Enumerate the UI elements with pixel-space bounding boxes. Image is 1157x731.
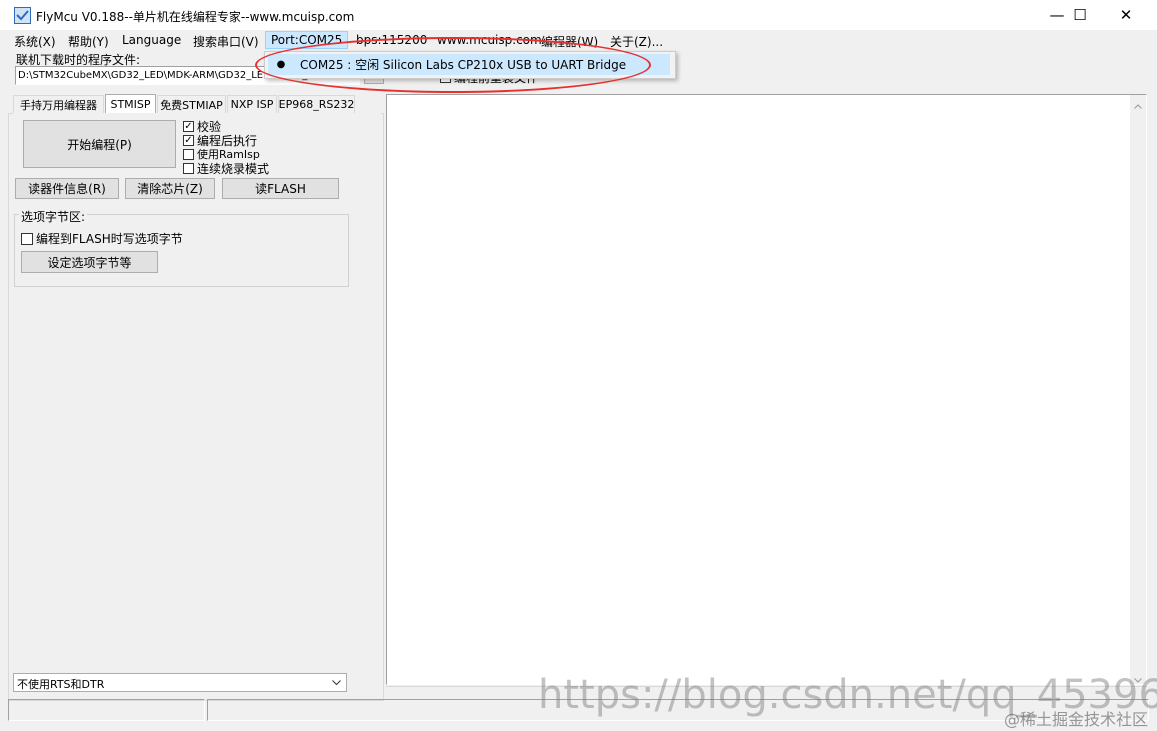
chevron-down-icon[interactable]	[329, 675, 343, 690]
window-title: FlyMcu V0.188--单片机在线编程专家--www.mcuisp.com	[36, 10, 355, 24]
tab-free-stmiap[interactable]: 免费STMIAP	[157, 95, 226, 113]
read-flash-button[interactable]: 读FLASH	[222, 178, 339, 199]
menu-system[interactable]: 系统(X)	[14, 33, 56, 50]
rts-dtr-value: 不使用RTS和DTR	[17, 678, 105, 691]
menu-language[interactable]: Language	[122, 33, 181, 47]
option-bytes-label: 选项字节区:	[19, 208, 88, 225]
community-watermark: @稀土掘金技术社区	[1004, 710, 1149, 729]
rts-dtr-select[interactable]: 不使用RTS和DTR	[13, 673, 347, 692]
maximize-button[interactable]: ☐	[1057, 0, 1103, 30]
tab-stmisp[interactable]: STMISP	[105, 94, 156, 114]
write-option-bytes-option[interactable]: 编程到FLASH时写选项字节	[21, 230, 183, 247]
run-after-checkbox[interactable]: ✓	[183, 135, 194, 146]
verify-checkbox[interactable]: ✓	[183, 121, 194, 132]
tab-handheld-programmer[interactable]: 手持万用编程器	[13, 95, 104, 113]
read-device-info-button[interactable]: 读器件信息(R)	[15, 178, 119, 199]
write-option-bytes-checkbox[interactable]	[21, 232, 33, 245]
write-option-bytes-label: 编程到FLASH时写选项字节	[36, 232, 183, 246]
annotation-ellipse	[255, 37, 651, 93]
status-cell-1	[8, 699, 205, 721]
scroll-up-icon[interactable]	[1134, 99, 1142, 112]
log-scrollbar[interactable]	[1130, 95, 1146, 684]
app-icon	[14, 7, 31, 24]
ramisp-checkbox[interactable]	[183, 148, 194, 160]
tab-nxp-isp[interactable]: NXP ISP	[227, 95, 277, 113]
set-option-bytes-button[interactable]: 设定选项字节等	[21, 251, 158, 273]
option-continuous-mode[interactable]: 连续烧录模式	[183, 160, 269, 177]
menu-search-port[interactable]: 搜索串口(V)	[193, 33, 259, 50]
continuous-label: 连续烧录模式	[197, 162, 270, 176]
start-program-button[interactable]: 开始编程(P)	[23, 120, 176, 168]
menu-about[interactable]: 关于(Z)...	[610, 33, 663, 50]
menu-help[interactable]: 帮助(Y)	[68, 33, 109, 50]
continuous-checkbox[interactable]	[183, 163, 194, 174]
tab-ep968[interactable]: EP968_RS232	[278, 95, 355, 113]
erase-chip-button[interactable]: 清除芯片(Z)	[125, 178, 215, 199]
close-button[interactable]: ✕	[1103, 0, 1149, 30]
output-log[interactable]	[386, 94, 1147, 685]
